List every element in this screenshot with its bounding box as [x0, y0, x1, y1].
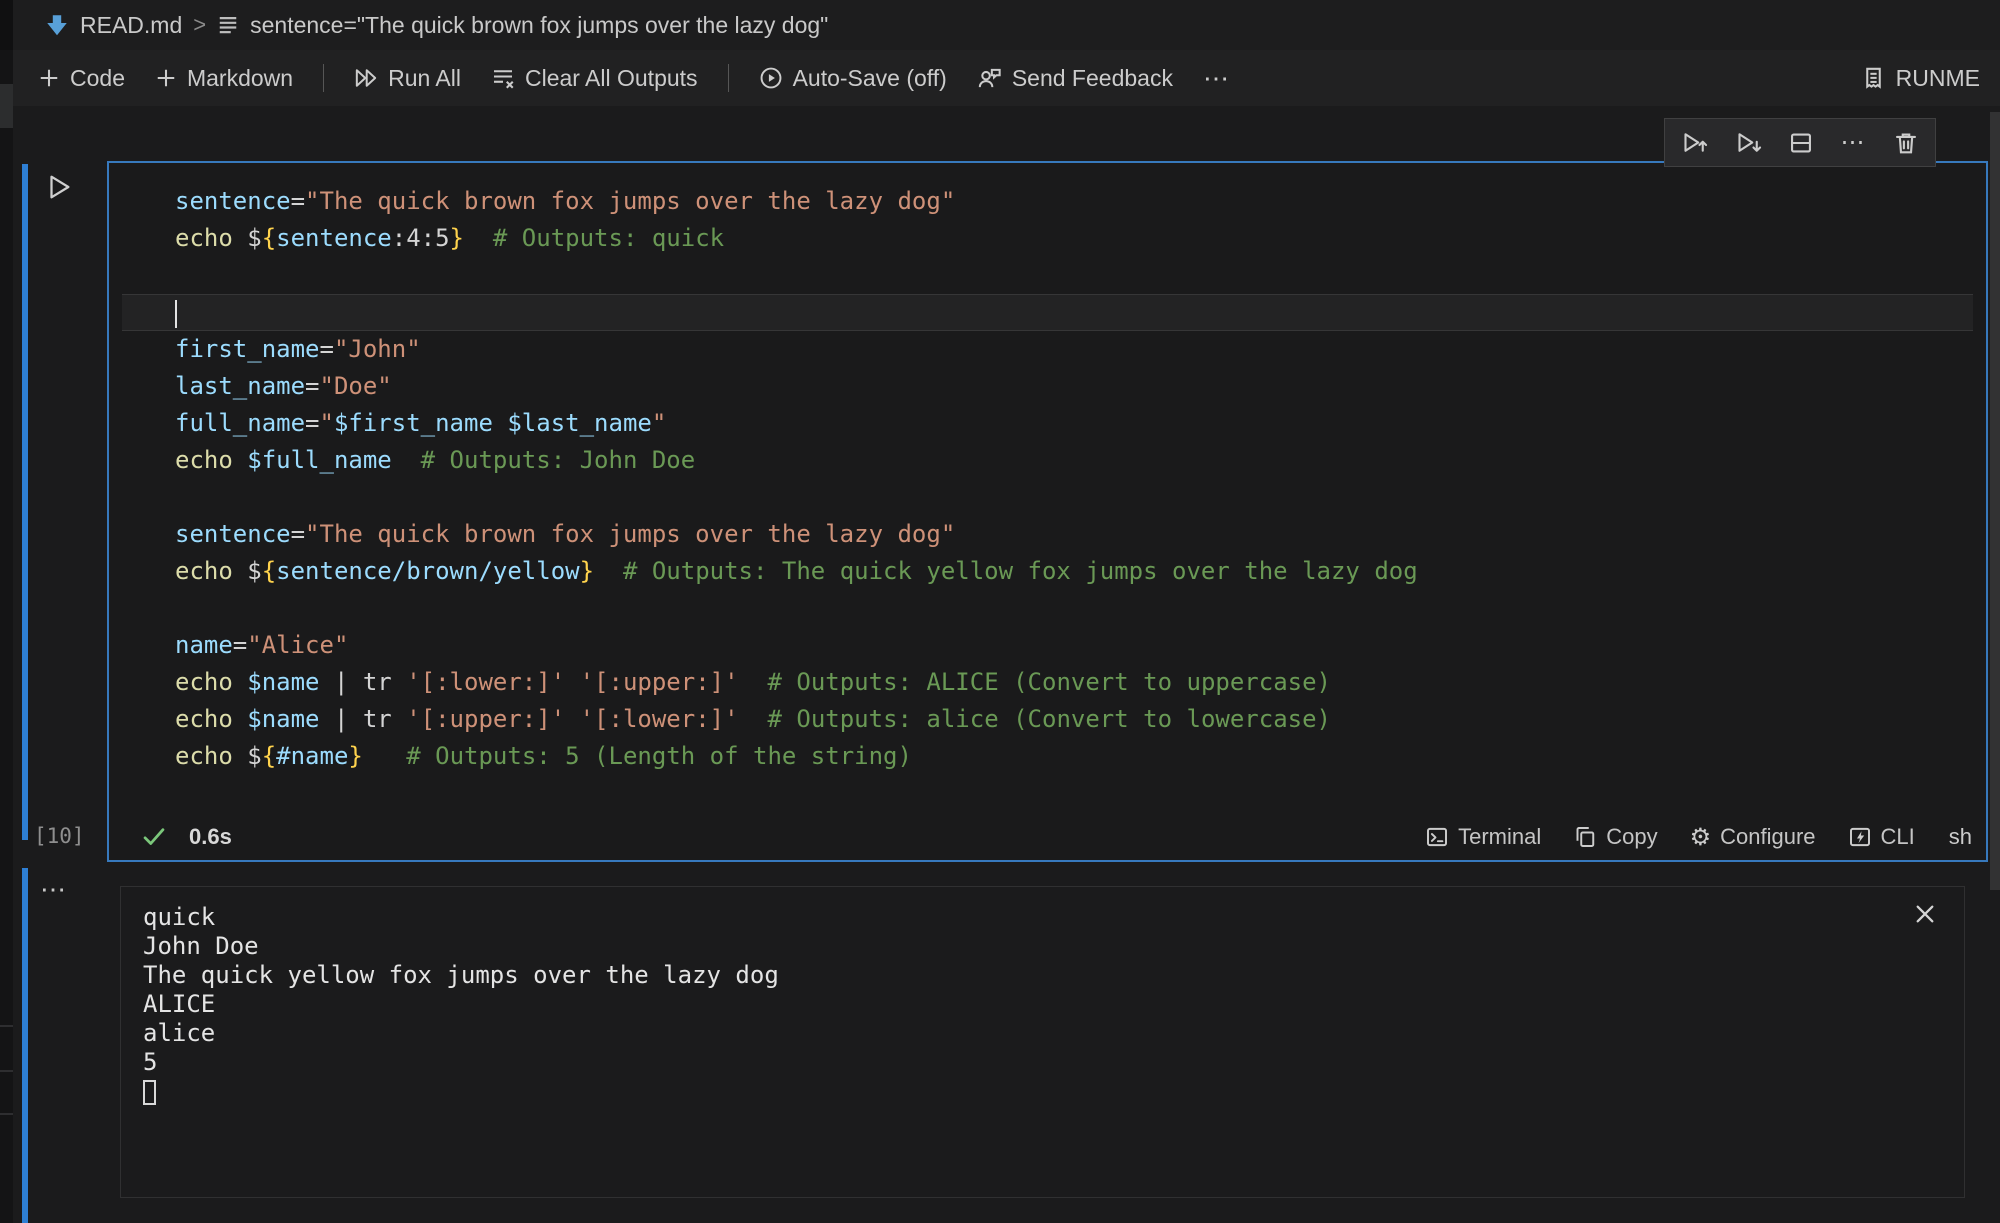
code-line: echo $name | tr '[:upper:]' '[:lower:]' …: [109, 701, 1986, 738]
gear-icon: ⚙: [1690, 823, 1712, 852]
code-line: echo $full_name # Outputs: John Doe: [109, 442, 1986, 479]
toolbar-divider: [323, 64, 324, 92]
breadcrumb-separator: >: [193, 12, 206, 38]
terminal-label: Terminal: [1458, 824, 1541, 850]
output-cursor-line: [143, 1077, 779, 1106]
scrollbar[interactable]: [1990, 112, 2000, 890]
code-line: [109, 479, 1986, 516]
clear-all-icon: [491, 66, 515, 90]
delete-cell-icon[interactable]: [1893, 130, 1919, 156]
breadcrumb: READ.md > sentence="The quick brown fox …: [13, 0, 2000, 50]
auto-save-toggle[interactable]: Auto-Save (off): [759, 65, 947, 92]
copy-icon: [1573, 825, 1597, 849]
configure-label: Configure: [1720, 824, 1815, 850]
rail-separator: [0, 1025, 13, 1027]
breadcrumb-file[interactable]: READ.md: [80, 12, 182, 39]
cell-language-picker[interactable]: sh: [1949, 824, 1972, 850]
output-focus-bar[interactable]: [22, 868, 28, 1223]
code-line: full_name="$first_name $last_name": [109, 405, 1986, 442]
output-line: quick: [143, 903, 779, 932]
ellipsis-icon: ⋯: [1203, 63, 1231, 94]
code-line: sentence="The quick brown fox jumps over…: [109, 516, 1986, 553]
output-more-actions[interactable]: ⋯: [40, 874, 68, 905]
clear-all-outputs-label: Clear All Outputs: [525, 65, 698, 92]
output-line: John Doe: [143, 932, 779, 961]
person-feedback-icon: [977, 66, 1002, 91]
output-line: The quick yellow fox jumps over the lazy…: [143, 961, 779, 990]
output-line: alice: [143, 1019, 779, 1048]
code-line: [122, 294, 1973, 331]
double-play-icon: [354, 66, 378, 90]
run-all-button[interactable]: Run All: [354, 65, 461, 92]
runme-document-icon: [1861, 66, 1886, 91]
terminal-icon: [1425, 825, 1449, 849]
output-line: ALICE: [143, 990, 779, 1019]
execution-order-label: [10]: [34, 824, 85, 848]
output-terminal[interactable]: quickJohn DoeThe quick yellow fox jumps …: [143, 903, 779, 1106]
add-code-button[interactable]: Code: [38, 65, 125, 92]
toolbar-more-button[interactable]: ⋯: [1203, 63, 1231, 94]
activity-rail: [0, 0, 13, 1223]
run-all-label: Run All: [388, 65, 461, 92]
runme-status-button[interactable]: RUNME: [1861, 65, 1980, 92]
split-cell-icon[interactable]: [1788, 130, 1814, 156]
code-editor[interactable]: sentence="The quick brown fox jumps over…: [109, 183, 1986, 775]
terminal-button[interactable]: Terminal: [1425, 824, 1541, 850]
code-line: name="Alice": [109, 627, 1986, 664]
cell-output: quickJohn DoeThe quick yellow fox jumps …: [120, 886, 1965, 1198]
add-code-label: Code: [70, 65, 125, 92]
code-line: echo ${#name} # Outputs: 5 (Length of th…: [109, 738, 1986, 775]
markdown-file-icon: [45, 13, 69, 37]
configure-button[interactable]: ⚙ Configure: [1690, 823, 1816, 852]
auto-save-label: Auto-Save (off): [793, 65, 947, 92]
plus-icon: [38, 67, 60, 89]
run-cell-button[interactable]: [44, 172, 74, 202]
notebook-toolbar: Code Markdown Run All: [13, 50, 2000, 106]
text-cursor: [175, 300, 177, 328]
cli-button[interactable]: CLI: [1848, 824, 1915, 850]
execute-above-icon[interactable]: [1681, 129, 1708, 156]
close-output-icon[interactable]: [1912, 901, 1938, 927]
plus-icon: [155, 67, 177, 89]
clear-all-outputs-button[interactable]: Clear All Outputs: [491, 65, 698, 92]
send-feedback-button[interactable]: Send Feedback: [977, 65, 1173, 92]
breadcrumb-cell-label[interactable]: sentence="The quick brown fox jumps over…: [250, 12, 828, 39]
circled-play-icon: [759, 66, 783, 90]
code-line: echo ${sentence/brown/yellow} # Outputs:…: [109, 553, 1986, 590]
terminal-block-cursor: [143, 1080, 156, 1105]
send-feedback-label: Send Feedback: [1012, 65, 1173, 92]
add-markdown-label: Markdown: [187, 65, 293, 92]
cell-focus-bar[interactable]: [22, 164, 28, 840]
cell-more-actions[interactable]: ⋯: [1841, 128, 1867, 157]
execution-duration: 0.6s: [189, 824, 232, 850]
code-line: sentence="The quick brown fox jumps over…: [109, 183, 1986, 220]
code-line: first_name="John": [109, 331, 1986, 368]
success-check-icon: [141, 824, 167, 850]
add-markdown-button[interactable]: Markdown: [155, 65, 293, 92]
cell-status-bar: 0.6s Terminal: [109, 814, 1986, 860]
rail-indicator: [0, 84, 13, 128]
code-line: echo ${sentence:4:5} # Outputs: quick: [109, 220, 1986, 257]
cli-label: CLI: [1881, 824, 1915, 850]
list-lines-icon: [217, 14, 239, 36]
output-line: 5: [143, 1048, 779, 1077]
code-line: [109, 590, 1986, 627]
code-cell[interactable]: sentence="The quick brown fox jumps over…: [107, 161, 1988, 862]
cli-lightning-icon: [1848, 825, 1872, 849]
code-line: last_name="Doe": [109, 368, 1986, 405]
rail-separator: [0, 1113, 13, 1115]
copy-label: Copy: [1606, 824, 1657, 850]
code-line: echo $name | tr '[:lower:]' '[:upper:]' …: [109, 664, 1986, 701]
rail-separator: [0, 1070, 13, 1072]
runme-label: RUNME: [1896, 65, 1980, 92]
cell-hover-toolbar: ⋯: [1664, 118, 1936, 167]
toolbar-divider: [728, 64, 729, 92]
execute-below-icon[interactable]: [1735, 129, 1762, 156]
corner-block: [0, 0, 13, 50]
code-line: [109, 257, 1986, 294]
copy-button[interactable]: Copy: [1573, 824, 1657, 850]
